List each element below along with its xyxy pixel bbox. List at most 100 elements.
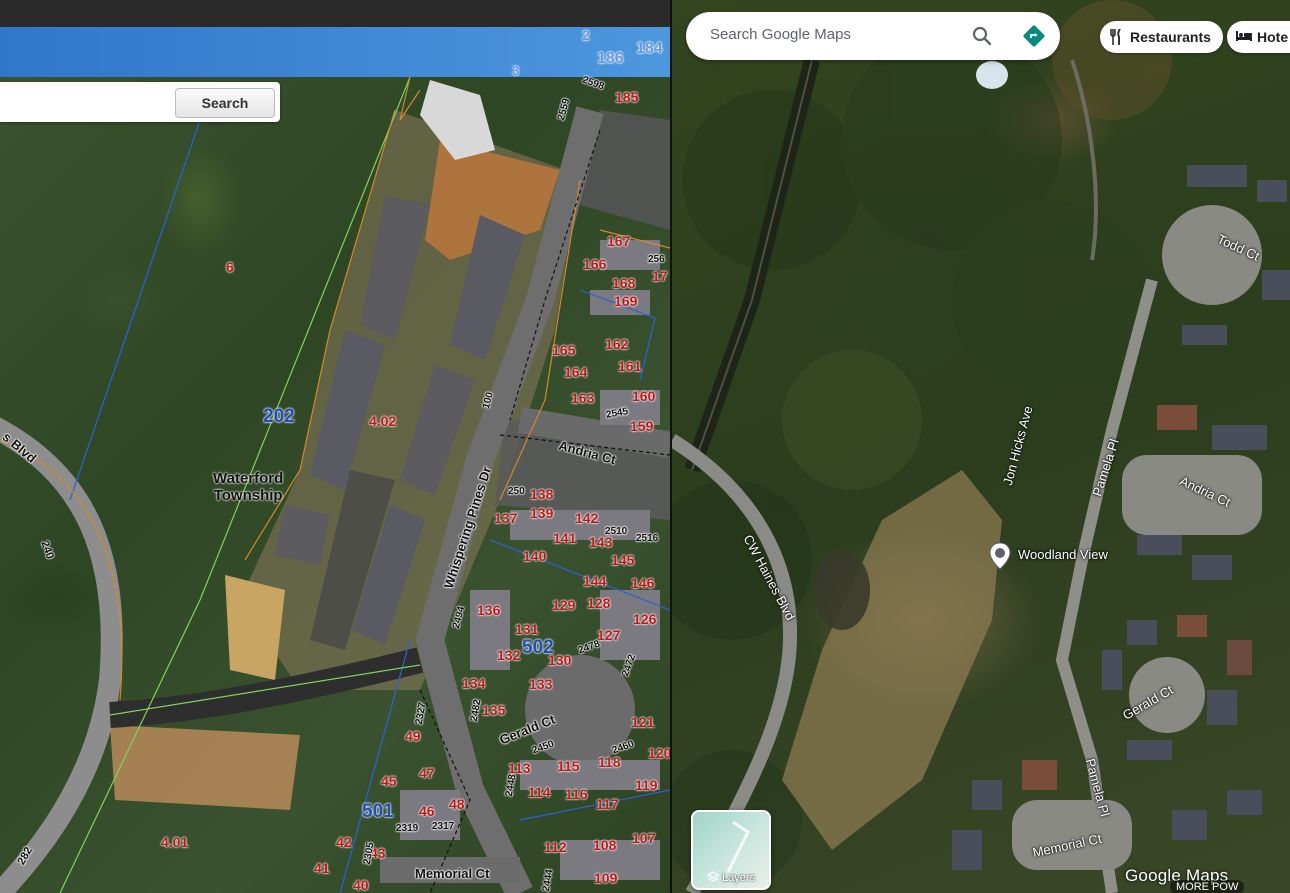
parcel-number: 6 — [226, 259, 234, 275]
parcel-number: 40 — [353, 877, 369, 893]
parcel-number: 135 — [482, 702, 506, 718]
parcel-number: 108 — [593, 837, 617, 853]
hotels-chip[interactable]: Hote — [1227, 21, 1290, 53]
google-maps-pane[interactable]: Search Google Maps Restaurants Hote Todd… — [672, 0, 1290, 893]
parcel-number: 126 — [633, 611, 657, 627]
parcel-number: 120 — [648, 745, 670, 761]
fork-knife-icon — [1110, 29, 1121, 45]
layers-label: Layers — [693, 871, 769, 884]
satellite-map-canvas[interactable] — [672, 0, 1290, 893]
parcel-number: 169 — [614, 293, 638, 309]
parcel-number: 185 — [615, 89, 639, 105]
parcel-number: 161 — [618, 358, 642, 374]
parcel-number: 163 — [571, 390, 595, 406]
parcel-number: 112 — [544, 839, 567, 855]
andria-parking — [1122, 455, 1262, 535]
parcel-number: 137 — [494, 510, 518, 526]
parcel-number: 3 — [512, 63, 520, 78]
township-name-line1: Waterford — [213, 470, 284, 487]
hotels-chip-label: Hote — [1257, 29, 1289, 45]
parcel-number: 121 — [631, 714, 655, 730]
parcel-number: 166 — [583, 256, 607, 272]
layers-label-text: Layers — [722, 872, 756, 884]
parcel-number: 114 — [528, 784, 551, 800]
address-number: 2516 — [636, 533, 659, 544]
parcel-number: 131 — [515, 621, 539, 637]
parcel-number: 41 — [314, 860, 330, 876]
parcel-number: 186 — [597, 50, 624, 67]
district-label: 202 — [263, 406, 295, 427]
parcel-number: 47 — [419, 765, 435, 781]
street-label-memorial: Memorial Ct — [415, 866, 490, 881]
parcel-number: 145 — [611, 552, 635, 568]
restaurants-chip-label: Restaurants — [1130, 29, 1211, 45]
township-label: Waterford Township — [213, 470, 283, 504]
building-roof-6 — [275, 505, 330, 565]
parcel-number: 167 — [607, 233, 631, 249]
road-haines-curve — [0, 417, 123, 893]
parcel-number: 119 — [635, 777, 658, 793]
parcel-number: 117 — [596, 796, 619, 812]
directions-icon[interactable] — [1022, 24, 1046, 53]
parcel-number: 46 — [419, 803, 435, 819]
parcel-number: 162 — [605, 336, 629, 352]
parcel-number: 142 — [575, 510, 599, 526]
maps-search-input[interactable]: Search Google Maps — [710, 26, 851, 43]
parcel-number: 2 — [582, 27, 590, 43]
parcel-number: 48 — [449, 796, 465, 812]
layers-button[interactable]: Layers — [691, 810, 771, 890]
parcel-number: 49 — [405, 728, 421, 744]
open-field — [782, 470, 1002, 850]
restaurants-chip[interactable]: Restaurants — [1100, 21, 1223, 53]
parcel-number: 138 — [530, 486, 554, 502]
bed-icon — [1236, 31, 1252, 41]
layers-icon — [706, 871, 720, 882]
parcel-number: 42 — [336, 834, 352, 850]
parcel-number: 107 — [632, 830, 656, 846]
parcel-number: 17 — [652, 268, 668, 284]
parcel-number: 164 — [564, 364, 588, 380]
parcel-number: 165 — [552, 342, 576, 358]
parcel-number: 127 — [597, 627, 621, 643]
gis-search-button[interactable]: Search — [175, 88, 275, 118]
parcel-number: 128 — [587, 595, 611, 611]
gis-parcel-viewer[interactable]: Search 202 502 501 Waterford Township 6 … — [0, 0, 670, 893]
dirt-lot — [225, 575, 285, 680]
parcel-number: 160 — [632, 388, 656, 404]
township-name-line2: Township — [213, 487, 283, 504]
browser-top-strip — [0, 0, 670, 27]
address-number: 2319 — [396, 823, 419, 834]
memorial-parking — [1012, 800, 1132, 870]
gis-header-banner — [0, 27, 670, 77]
dirt-lot-south — [110, 725, 300, 810]
parcel-number: 133 — [529, 676, 553, 692]
parcel-number: 144 — [583, 573, 607, 589]
water-tower — [976, 61, 1008, 89]
parcel-number: 116 — [565, 786, 588, 802]
address-number: 2317 — [432, 821, 455, 832]
address-number: 250 — [508, 486, 525, 497]
parcel-number: 109 — [594, 870, 618, 886]
parcel-number: 4.02 — [369, 413, 397, 429]
parcel-number: 159 — [630, 418, 654, 434]
location-pin-icon[interactable] — [988, 542, 1012, 575]
parcel-number: 168 — [612, 275, 636, 291]
powered-button[interactable]: MORE POW — [1170, 880, 1245, 893]
parcel-number: 4.01 — [161, 834, 189, 850]
pond — [814, 550, 870, 630]
place-name-label[interactable]: Woodland View — [1018, 547, 1108, 562]
parcel-number: 45 — [381, 773, 397, 789]
maps-search-bar[interactable]: Search Google Maps — [686, 12, 1060, 60]
search-icon[interactable] — [971, 25, 993, 52]
gis-search-input[interactable]: Search — [0, 82, 280, 122]
address-number: 256 — [648, 254, 665, 265]
parcel-number: 140 — [523, 548, 547, 564]
parcel-number: 118 — [598, 754, 621, 770]
parcel-number: 130 — [548, 652, 572, 668]
parcel-number: 139 — [530, 505, 554, 521]
parcel-number: 115 — [557, 758, 580, 774]
parcel-number: 134 — [462, 675, 486, 691]
address-number: 2510 — [605, 526, 628, 537]
parcel-number: 184 — [636, 40, 663, 57]
parcel-number: 141 — [553, 530, 577, 546]
